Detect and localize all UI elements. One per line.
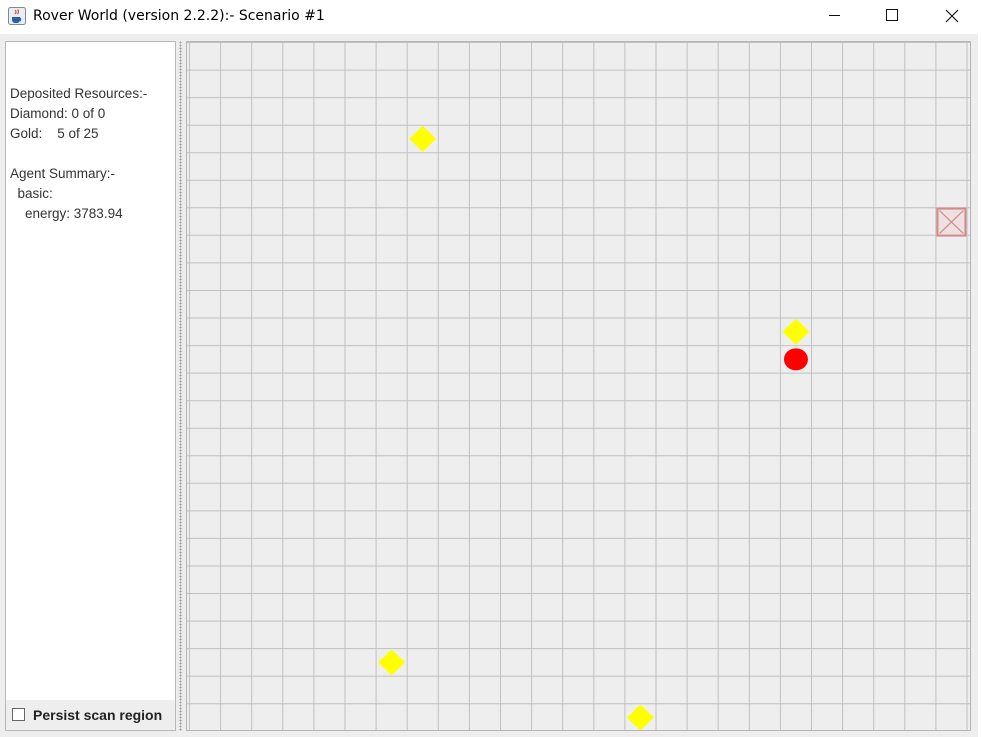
split-pane-divider[interactable] xyxy=(177,41,185,731)
window-title: Rover World (version 2.2.2):- Scenario #… xyxy=(33,8,325,24)
grid-background xyxy=(187,42,970,730)
minimize-button[interactable] xyxy=(812,0,858,32)
main-frame: Deposited Resources:- Diamond: 0 of 0 Go… xyxy=(0,34,982,737)
maximize-icon xyxy=(886,9,898,21)
title-bar: Rover World (version 2.2.2):- Scenario #… xyxy=(0,0,982,34)
resource-summary-text: Deposited Resources:- Diamond: 0 of 0 Go… xyxy=(10,86,148,221)
maximize-button[interactable] xyxy=(869,0,915,32)
java-coffee-cup-icon xyxy=(8,7,26,25)
persist-scan-region-checkbox[interactable] xyxy=(12,708,25,721)
persist-scan-region-label[interactable]: Persist scan region xyxy=(33,707,162,723)
close-icon xyxy=(945,9,959,23)
rover-agent-icon xyxy=(783,348,808,371)
close-button[interactable] xyxy=(928,0,974,32)
minimize-icon xyxy=(829,15,840,16)
world-grid[interactable] xyxy=(187,42,971,731)
window-edge xyxy=(978,34,982,737)
persist-scan-region-row[interactable]: Persist scan region xyxy=(6,700,175,730)
info-panel: Deposited Resources:- Diamond: 0 of 0 Go… xyxy=(5,41,176,731)
world-grid-panel[interactable] xyxy=(186,41,971,731)
